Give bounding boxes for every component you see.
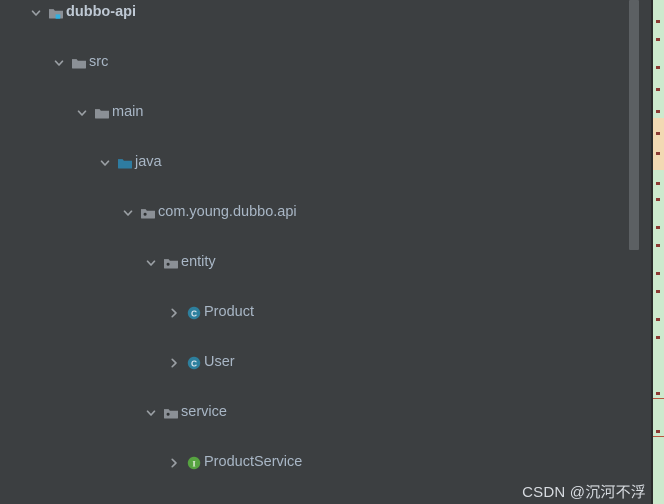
vertical-scrollbar-thumb[interactable] [629, 0, 639, 250]
chevron-down-icon[interactable] [144, 400, 158, 425]
tree-row[interactable]: service [0, 400, 640, 425]
stripe-mark[interactable] [656, 20, 660, 23]
stripe-mark[interactable] [656, 244, 660, 247]
chevron-down-icon[interactable] [121, 200, 135, 225]
tree-row[interactable]: dubbo-api [0, 0, 640, 25]
folder-icon [93, 100, 110, 125]
tree-row-label: src [89, 54, 109, 70]
package-icon [162, 400, 179, 425]
vertical-scrollbar-track[interactable] [628, 0, 640, 504]
tree-row[interactable]: main [0, 100, 640, 125]
tree-row-label: ProductService [204, 454, 303, 470]
tree-row-label: dubbo-api [66, 4, 137, 20]
stripe-mark[interactable] [656, 66, 660, 69]
chevron-right-icon[interactable] [167, 500, 181, 504]
stripe-mark[interactable] [656, 198, 660, 201]
svg-text:C: C [190, 358, 196, 368]
tree-row[interactable]: entity [0, 250, 640, 275]
tree-row[interactable]: I ProductService [0, 450, 640, 475]
stripe-mark[interactable] [656, 272, 660, 275]
tree-row-label: Product [204, 304, 254, 320]
chevron-down-icon[interactable] [29, 0, 43, 25]
stripe-mark[interactable] [656, 392, 660, 395]
tree-row-label: User [204, 354, 235, 370]
svg-text:C: C [190, 308, 196, 318]
stripe-mark[interactable] [656, 290, 660, 293]
chevron-down-icon[interactable] [98, 150, 112, 175]
chevron-right-icon[interactable] [167, 350, 181, 375]
idea-project-panel: dubbo-api src main java com.young.dubbo.api e… [0, 0, 664, 504]
folder-icon [70, 50, 87, 75]
tree-row[interactable]: java [0, 150, 640, 175]
tree-row[interactable]: src [0, 50, 640, 75]
package-icon [139, 200, 156, 225]
stripe-mark[interactable] [656, 182, 660, 185]
stripe-highlight-band [653, 118, 664, 170]
csdn-watermark: CSDN @沉河不浮 [522, 484, 646, 501]
tree-row[interactable]: C User [0, 350, 640, 375]
stripe-mark[interactable] [656, 318, 660, 321]
project-tree[interactable]: dubbo-api src main java com.young.dubbo.api e… [0, 0, 640, 504]
stripe-hairline [653, 436, 664, 437]
java-class-icon: C [185, 350, 202, 375]
chevron-right-icon[interactable] [167, 300, 181, 325]
tree-row[interactable]: com.young.dubbo.api [0, 200, 640, 225]
chevron-right-icon[interactable] [167, 450, 181, 475]
stripe-mark[interactable] [656, 430, 660, 433]
stripe-mark[interactable] [656, 132, 660, 135]
stripe-mark[interactable] [656, 336, 660, 339]
tree-row-label: main [112, 104, 144, 120]
tree-row[interactable]: C Product [0, 300, 640, 325]
tree-row-label: com.young.dubbo.api [158, 204, 297, 220]
stripe-mark[interactable] [656, 88, 660, 91]
module-folder-icon [47, 0, 64, 25]
chevron-down-icon[interactable] [144, 250, 158, 275]
tree-row-label: java [135, 154, 162, 170]
tree-row-label: UserService [204, 500, 283, 504]
stripe-mark[interactable] [656, 110, 660, 113]
package-icon [162, 250, 179, 275]
java-class-icon: C [185, 300, 202, 325]
editor-error-stripe[interactable] [653, 0, 664, 504]
tree-row-label: service [181, 404, 227, 420]
source-root-folder-icon [116, 150, 133, 175]
chevron-down-icon[interactable] [75, 100, 89, 125]
stripe-mark[interactable] [656, 152, 660, 155]
java-interface-icon: I [185, 450, 202, 475]
stripe-hairline [653, 398, 664, 399]
java-interface-icon: I [185, 500, 202, 504]
tree-row-label: entity [181, 254, 216, 270]
chevron-down-icon[interactable] [52, 50, 66, 75]
stripe-mark[interactable] [656, 226, 660, 229]
stripe-mark[interactable] [656, 38, 660, 41]
